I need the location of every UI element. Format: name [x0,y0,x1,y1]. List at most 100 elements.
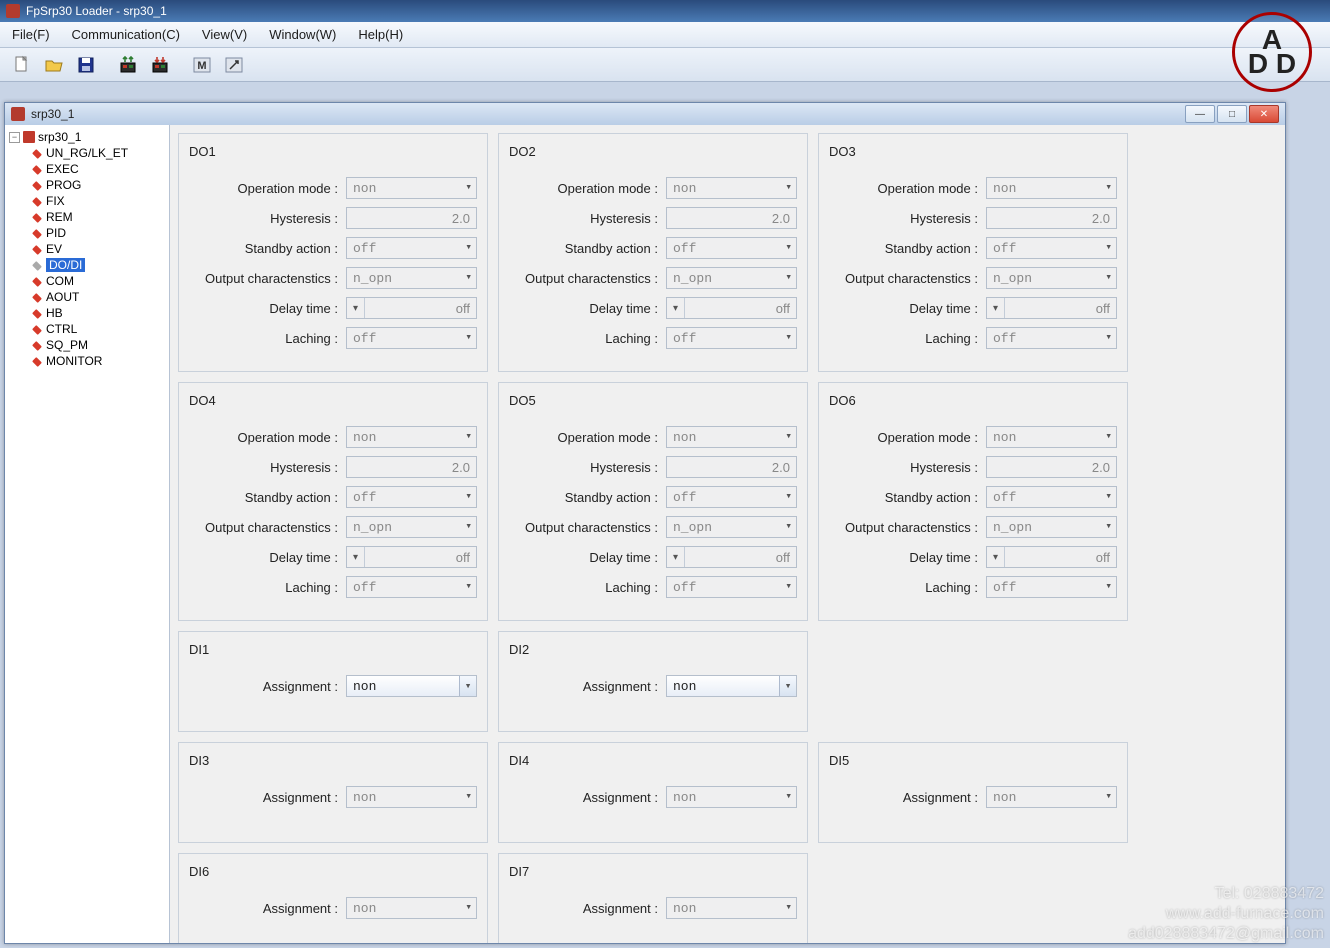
tree-node-ev[interactable]: EV [29,241,167,257]
label-laching: Laching : [189,580,338,595]
tree-node-sq-pm[interactable]: SQ_PM [29,337,167,353]
menu-window[interactable]: Window(W) [265,25,340,44]
combo-output-char[interactable]: n_opn [346,267,477,289]
combo-delay[interactable]: ▾off [346,546,477,568]
combo-output-char[interactable]: n_opn [986,516,1117,538]
combo-op-mode[interactable]: non [666,426,797,448]
combo-laching[interactable]: off [346,327,477,349]
maximize-button[interactable]: □ [1217,105,1247,123]
group-di5: DI5 Assignment : non [818,742,1128,843]
input-hysteresis[interactable]: 2.0 [666,456,797,478]
combo-output-char[interactable]: n_opn [346,516,477,538]
tree-node-hb[interactable]: HB [29,305,167,321]
combo-standby[interactable]: off [666,486,797,508]
input-hysteresis[interactable]: 2.0 [986,207,1117,229]
combo-assignment[interactable]: non [666,786,797,808]
combo-laching[interactable]: off [666,576,797,598]
tree-node-rem[interactable]: REM [29,209,167,225]
combo-laching[interactable]: off [986,576,1117,598]
group-do4: DO4 Operation mode : non Hysteresis : 2.… [178,382,488,621]
menu-communication[interactable]: Communication(C) [68,25,184,44]
combo-assignment[interactable]: non [986,786,1117,808]
tree-node-ctrl[interactable]: CTRL [29,321,167,337]
input-hysteresis[interactable]: 2.0 [986,456,1117,478]
arrow-tool-button[interactable] [220,51,248,79]
tree-node-pid[interactable]: PID [29,225,167,241]
app-titlebar: FpSrp30 Loader - srp30_1 [0,0,1330,22]
tree-node-monitor[interactable]: MONITOR [29,353,167,369]
combo-op-mode[interactable]: non [666,177,797,199]
combo-op-mode[interactable]: non [346,426,477,448]
combo-standby[interactable]: off [346,237,477,259]
collapse-icon[interactable]: − [9,132,20,143]
combo-assignment[interactable]: non [346,675,477,697]
combo-laching[interactable]: off [346,576,477,598]
group-di1: DI1 Assignment : non [178,631,488,732]
combo-standby[interactable]: off [986,486,1117,508]
tree-node-do-di[interactable]: DO/DI [29,257,167,273]
save-button[interactable] [72,51,100,79]
combo-standby[interactable]: off [666,237,797,259]
tree-root[interactable]: − srp30_1 [7,129,167,145]
tree-node-un-rg-lk-et[interactable]: UN_RG/LK_ET [29,145,167,161]
toolbar: M [0,48,1330,82]
combo-assignment[interactable]: non [666,897,797,919]
combo-laching[interactable]: off [986,327,1117,349]
combo-op-mode[interactable]: non [346,177,477,199]
menu-view[interactable]: View(V) [198,25,251,44]
close-button[interactable]: ✕ [1249,105,1279,123]
combo-delay[interactable]: ▾off [986,546,1117,568]
combo-op-mode[interactable]: non [986,426,1117,448]
child-title-text: srp30_1 [31,107,74,121]
label-delay: Delay time : [829,301,978,316]
monitor-m-button[interactable]: M [188,51,216,79]
input-hysteresis[interactable]: 2.0 [346,456,477,478]
label-output-char: Output charactenstics : [189,271,338,286]
new-file-icon [12,55,32,75]
tree-bullet-icon [31,260,42,271]
upload-device-button[interactable] [114,51,142,79]
combo-delay[interactable]: ▾off [346,297,477,319]
combo-laching[interactable]: off [666,327,797,349]
tree-node-label: EXEC [46,162,79,176]
tree-node-label: DO/DI [46,258,85,272]
label-standby: Standby action : [509,241,658,256]
new-file-button[interactable] [8,51,36,79]
combo-assignment[interactable]: non [666,675,797,697]
download-device-button[interactable] [146,51,174,79]
combo-assignment[interactable]: non [346,786,477,808]
combo-delay[interactable]: ▾off [666,546,797,568]
input-hysteresis[interactable]: 2.0 [346,207,477,229]
label-laching: Laching : [189,331,338,346]
tree-node-fix[interactable]: FIX [29,193,167,209]
tree-bullet-icon [31,324,42,335]
combo-standby[interactable]: off [986,237,1117,259]
tree-bullet-icon [31,356,42,367]
tree-node-aout[interactable]: AOUT [29,289,167,305]
combo-output-char[interactable]: n_opn [666,267,797,289]
combo-output-char[interactable]: n_opn [986,267,1117,289]
combo-standby[interactable]: off [346,486,477,508]
combo-delay[interactable]: ▾off [666,297,797,319]
menu-file[interactable]: File(F) [8,25,54,44]
menu-help[interactable]: Help(H) [354,25,407,44]
tree-node-prog[interactable]: PROG [29,177,167,193]
combo-output-char[interactable]: n_opn [666,516,797,538]
input-hysteresis[interactable]: 2.0 [666,207,797,229]
minimize-button[interactable]: — [1185,105,1215,123]
form-area[interactable]: DO1 Operation mode : non Hysteresis : 2.… [170,125,1285,943]
group-title: DO6 [829,393,1117,408]
save-icon [76,55,96,75]
label-op-mode: Operation mode : [509,430,658,445]
tree-node-exec[interactable]: EXEC [29,161,167,177]
nav-tree[interactable]: − srp30_1 UN_RG/LK_ETEXECPROGFIXREMPIDEV… [5,125,170,943]
combo-op-mode[interactable]: non [986,177,1117,199]
group-do1: DO1 Operation mode : non Hysteresis : 2.… [178,133,488,372]
tree-bullet-icon [31,180,42,191]
group-title: DI6 [189,864,477,879]
combo-delay[interactable]: ▾off [986,297,1117,319]
label-op-mode: Operation mode : [829,430,978,445]
combo-assignment[interactable]: non [346,897,477,919]
tree-node-com[interactable]: COM [29,273,167,289]
open-file-button[interactable] [40,51,68,79]
